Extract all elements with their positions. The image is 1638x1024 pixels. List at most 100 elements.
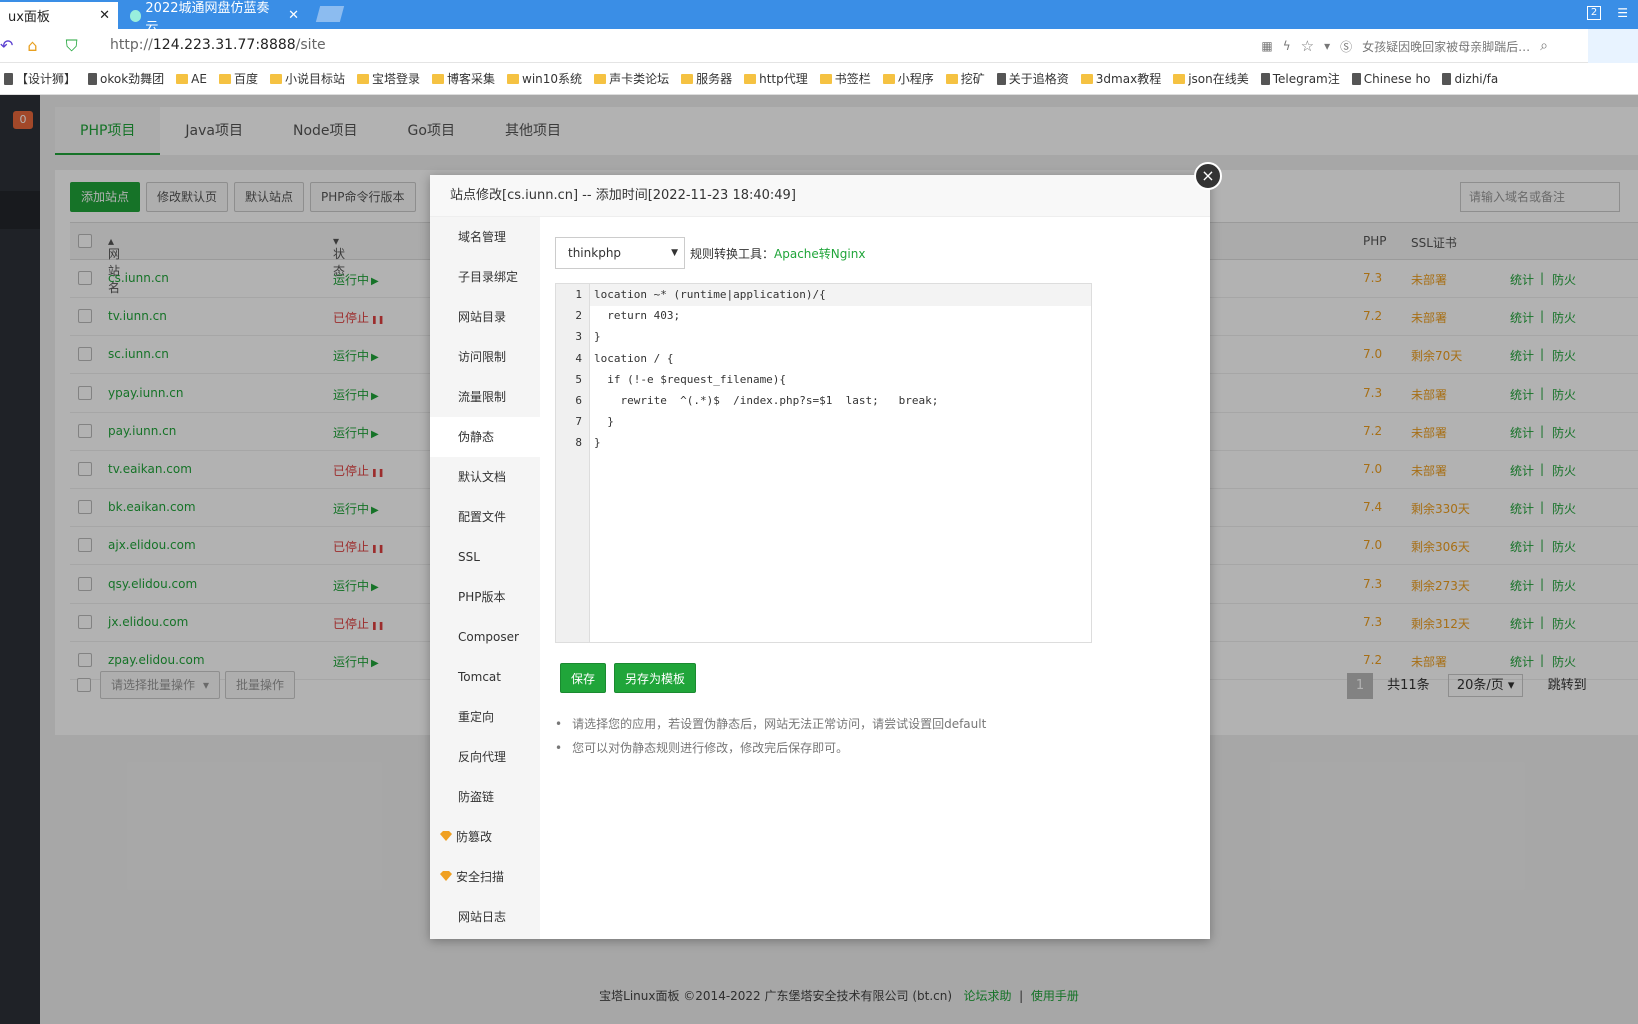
bookmark-item[interactable]: 博客采集 xyxy=(432,70,495,87)
qr-icon[interactable]: ▦ xyxy=(1261,39,1272,53)
bookmark-item[interactable]: dizhi/fa xyxy=(1442,72,1498,86)
modal-menu-item[interactable]: 重定向 xyxy=(430,697,540,737)
save-button[interactable]: 保存 xyxy=(560,663,607,693)
bookmark-label: 服务器 xyxy=(696,72,733,86)
menu-label: SSL xyxy=(458,550,480,564)
modal-menu-item[interactable]: 安全扫描 xyxy=(430,857,540,897)
bookmark-label: 宝塔登录 xyxy=(372,72,421,86)
modal-menu-item[interactable]: 配置文件 xyxy=(430,497,540,537)
url-host: 124.223.31.77:8888 xyxy=(152,37,296,53)
home-icon[interactable]: ⌂ xyxy=(27,36,37,56)
close-icon[interactable]: ✕ xyxy=(288,8,299,23)
modal-menu-item[interactable]: SSL xyxy=(430,537,540,577)
modal-menu-item[interactable]: 反向代理 xyxy=(430,737,540,777)
folder-icon xyxy=(507,73,520,84)
bookmark-item[interactable]: 挖矿 xyxy=(945,70,985,87)
line-number: 7 xyxy=(575,415,582,429)
bookmark-item[interactable]: 服务器 xyxy=(681,70,732,87)
bookmark-item[interactable]: 书签栏 xyxy=(819,70,871,87)
page-icon xyxy=(996,72,1006,85)
modal-menu-item[interactable]: 子目录绑定 xyxy=(430,257,540,297)
code-line: } xyxy=(594,415,614,429)
menu-label: 域名管理 xyxy=(458,230,507,244)
chevron-down-icon[interactable]: ▾ xyxy=(1324,39,1330,53)
rewrite-template-select[interactable]: thinkphp ▼ xyxy=(555,237,685,269)
folder-icon xyxy=(594,73,607,84)
modal-menu-item[interactable]: 访问限制 xyxy=(430,337,540,377)
modal-menu-item[interactable]: 流量限制 xyxy=(430,377,540,417)
bookmark-item[interactable]: 3dmax教程 xyxy=(1080,70,1162,87)
undo-icon[interactable]: ↶ xyxy=(0,36,13,56)
folder-icon xyxy=(945,73,958,84)
menu-label: 访问限制 xyxy=(458,350,507,364)
save-as-template-button[interactable]: 另存为模板 xyxy=(614,663,697,693)
bookmark-label: 挖矿 xyxy=(960,72,985,86)
folder-icon xyxy=(1080,73,1093,84)
bookmark-label: http代理 xyxy=(759,72,808,86)
bookmark-label: 【设计狮】 xyxy=(16,72,77,86)
bookmark-item[interactable]: 小程序 xyxy=(882,70,934,87)
menu-label: 安全扫描 xyxy=(456,870,505,884)
modal-menu-item[interactable]: Composer xyxy=(430,617,540,657)
bookmark-item[interactable]: AE xyxy=(176,72,207,86)
bookmark-label: 博客采集 xyxy=(447,72,496,86)
tool-label: 规则转换工具： xyxy=(690,247,775,261)
menu-label: 反向代理 xyxy=(458,750,507,764)
bookmark-item[interactable]: 小说目标站 xyxy=(269,70,345,87)
apache-to-nginx-link[interactable]: Apache转Nginx xyxy=(774,247,865,261)
bookmark-label: Telegram注 xyxy=(1272,72,1340,86)
modal-menu-item[interactable]: 网站日志 xyxy=(430,897,540,937)
select-value: thinkphp xyxy=(568,246,622,260)
chevron-down-icon: ▼ xyxy=(671,248,678,258)
new-tab-button[interactable] xyxy=(315,6,345,22)
close-icon[interactable]: × xyxy=(1194,162,1222,190)
browser-tab[interactable]: 2022城通网盘仿蓝奏云… ✕ xyxy=(122,1,307,35)
bookmark-item[interactable]: 声卡类论坛 xyxy=(594,70,669,87)
bookmark-item[interactable]: 【设计狮】 xyxy=(4,70,76,87)
folder-icon xyxy=(882,73,895,84)
close-icon[interactable]: ✕ xyxy=(99,8,110,23)
bookmark-item[interactable]: json在线美 xyxy=(1173,70,1249,87)
folder-icon xyxy=(744,73,757,84)
url-prefix: http:// xyxy=(110,37,153,53)
search-icon[interactable]: ⌕ xyxy=(1540,38,1548,54)
menu-label: 配置文件 xyxy=(458,510,507,524)
bookmark-item[interactable]: 百度 xyxy=(218,70,258,87)
bookmark-item[interactable]: Telegram注 xyxy=(1260,70,1340,87)
url-field[interactable]: http://124.223.31.77:8888/site xyxy=(110,37,326,53)
modal-menu-item[interactable]: 网站目录 xyxy=(430,297,540,337)
site-favicon-icon xyxy=(130,9,142,22)
folder-icon xyxy=(218,73,231,84)
shield-icon: ⛉ xyxy=(65,36,78,55)
bookmark-item[interactable]: 宝塔登录 xyxy=(357,70,420,87)
star-icon[interactable]: ☆ xyxy=(1301,37,1314,55)
search-hint[interactable]: 女孩疑因晚回家被母亲脚踹后… xyxy=(1362,38,1530,55)
url-path: /site xyxy=(295,37,326,53)
modal-menu-item[interactable]: 防盗链 xyxy=(430,777,540,817)
bookmark-item[interactable]: win10系统 xyxy=(507,70,582,87)
bookmark-item[interactable]: 关于追格资 xyxy=(996,70,1069,87)
bookmark-item[interactable]: http代理 xyxy=(744,70,808,87)
code-line: if (!-e $request_filename){ xyxy=(594,372,787,386)
modal-menu-item[interactable]: 域名管理 xyxy=(430,217,540,257)
modal-menu-item[interactable]: PHP版本 xyxy=(430,577,540,617)
menu-icon[interactable]: ☰ xyxy=(1617,6,1628,20)
tab-title: ux面板 xyxy=(8,10,50,25)
browser-tab-active[interactable]: ux面板 ✕ xyxy=(0,2,118,29)
folder-icon xyxy=(176,73,189,84)
modal-menu-item[interactable]: 伪静态 xyxy=(430,417,540,457)
modal-menu-item[interactable]: 默认文档 xyxy=(430,457,540,497)
extension-icon[interactable] xyxy=(1588,29,1638,63)
bookmark-label: 3dmax教程 xyxy=(1095,72,1162,86)
modal-menu-item[interactable]: Tomcat xyxy=(430,657,540,697)
lightning-icon[interactable]: ϟ xyxy=(1283,39,1291,53)
code-editor[interactable]: 1 location ~* (runtime|application)/{2 re… xyxy=(555,283,1092,643)
bookmark-item[interactable]: okok劲舞团 xyxy=(88,70,164,87)
site-edit-modal: 站点修改[cs.iunn.cn] -- 添加时间[2022-11-23 18:4… xyxy=(430,175,1210,939)
bookmark-item[interactable]: Chinese ho xyxy=(1351,72,1430,86)
menu-label: 重定向 xyxy=(458,710,495,724)
tab-count-badge[interactable]: 2 xyxy=(1586,6,1602,20)
menu-label: 网站日志 xyxy=(458,910,507,924)
folder-icon xyxy=(269,73,282,84)
modal-menu-item[interactable]: 防篡改 xyxy=(430,817,540,857)
